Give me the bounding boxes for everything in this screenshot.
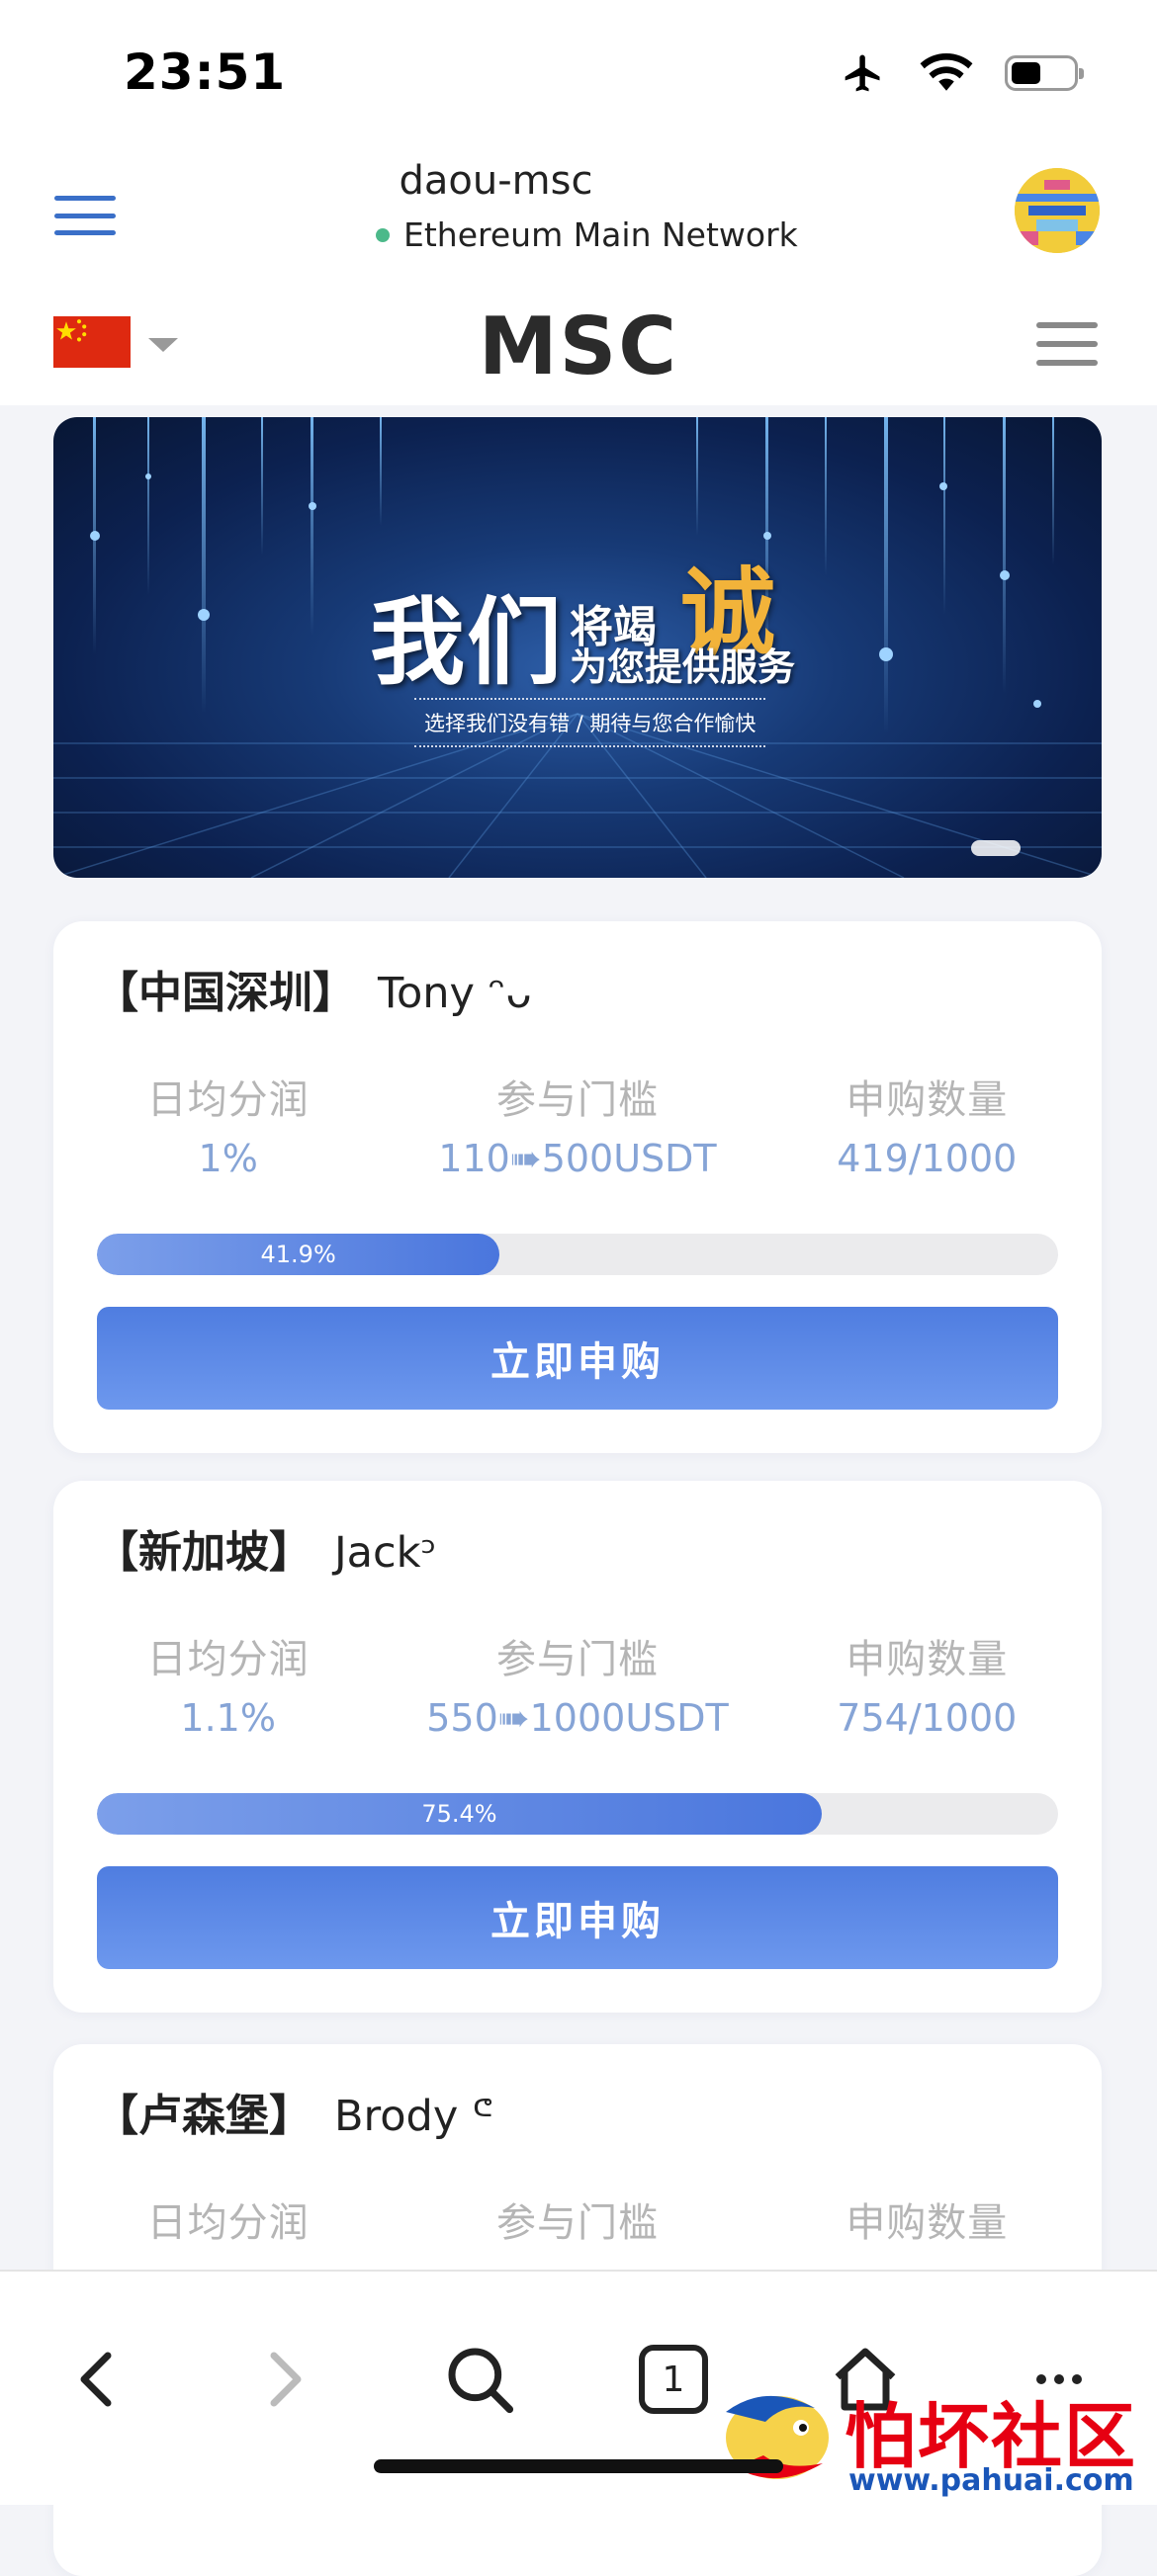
status-bar: 23:51: [0, 0, 1157, 148]
stat-label: 日均分润: [146, 2200, 310, 2246]
home-indicator[interactable]: [374, 2459, 783, 2473]
status-time: 23:51: [124, 43, 287, 101]
promo-banner[interactable]: 我们 将竭 诚 为您提供服务 选择我们没有错 / 期待与您合作愉快: [53, 417, 1102, 878]
card-region: 【新加坡】: [95, 1527, 312, 1578]
card-manager-name: Brody ᕪ: [334, 2092, 493, 2141]
stat-label: 申购数量: [846, 1077, 1009, 1123]
tab-count: 1: [662, 2359, 685, 2400]
card-manager-name: Tony ᵔᴗ: [378, 969, 532, 1018]
carousel-indicator[interactable]: [971, 840, 1021, 856]
stat-label: 日均分润: [146, 1637, 310, 1682]
subscription-progress-bar: 41.9%: [97, 1234, 1058, 1275]
battery-icon: [1005, 55, 1084, 91]
stat-threshold: 参与门槛 110➠500USDT: [402, 1068, 752, 1180]
stat-value: 110➠500USDT: [438, 1137, 717, 1180]
stat-label: 参与门槛: [495, 2200, 659, 2246]
wifi-icon: [920, 53, 973, 91]
stat-daily-profit: 日均分润 1.1%: [53, 1627, 402, 1740]
stat-value: 754/1000: [837, 1696, 1018, 1740]
subscribe-now-button[interactable]: 立即申购: [97, 1307, 1058, 1410]
stat-label: 参与门槛: [495, 1077, 659, 1123]
card-manager-name: Jackᵓ: [334, 1528, 437, 1578]
search-icon: [448, 2348, 514, 2414]
network-selector[interactable]: Ethereum Main Network: [376, 215, 798, 254]
stat-value: 1%: [198, 1137, 258, 1180]
stat-quantity: 申购数量: [753, 2190, 1102, 2248]
watermark-url: www.pahuai.com: [848, 2463, 1134, 2498]
status-icons: [839, 51, 1084, 95]
banner-subtitle: 为您提供服务: [570, 645, 796, 689]
stat-threshold: 参与门槛 550➠1000USDT: [402, 1627, 752, 1740]
forward-button[interactable]: [241, 2335, 330, 2424]
network-name: Ethereum Main Network: [403, 215, 798, 254]
card-stats: 日均分润 1% 参与门槛 110➠500USDT 申购数量 419/1000: [53, 1068, 1102, 1180]
chevron-left-icon: [80, 2352, 112, 2407]
card-region: 【中国深圳】: [95, 968, 356, 1018]
card-title: 【卢森堡】 Brody ᕪ: [95, 2080, 493, 2143]
watermark: 怕坏社区 www.pahuai.com: [706, 2372, 1157, 2503]
site-header: MSC: [0, 287, 1157, 405]
wallet-name[interactable]: daou-msc: [0, 158, 992, 204]
stat-label: 申购数量: [846, 2200, 1009, 2246]
card-region: 【卢森堡】: [95, 2091, 312, 2141]
card-stats: 日均分润 参与门槛 申购数量: [53, 2190, 1102, 2248]
stat-value: 1.1%: [180, 1696, 276, 1740]
stat-daily-profit: 日均分润: [53, 2190, 402, 2248]
wallet-header: daou-msc Ethereum Main Network: [0, 148, 1157, 287]
stat-value: 550➠1000USDT: [426, 1696, 729, 1740]
card-stats: 日均分润 1.1% 参与门槛 550➠1000USDT 申购数量 754/100…: [53, 1627, 1102, 1740]
banner-tagline: 选择我们没有错 / 期待与您合作愉快: [414, 698, 766, 747]
search-button[interactable]: [435, 2335, 524, 2424]
stat-label: 申购数量: [846, 1637, 1009, 1682]
watermark-fish-logo: [726, 2395, 829, 2479]
tabs-button[interactable]: 1: [629, 2335, 718, 2424]
card-title: 【中国深圳】 Tony ᵔᴗ: [95, 957, 532, 1020]
stat-quantity: 申购数量 419/1000: [753, 1068, 1102, 1180]
back-button[interactable]: [51, 2335, 140, 2424]
site-logo: MSC: [479, 301, 678, 392]
stat-label: 日均分润: [146, 1077, 310, 1123]
network-status-dot: [376, 227, 390, 242]
card-title: 【新加坡】 Jackᵓ: [95, 1516, 437, 1580]
stat-threshold: 参与门槛: [402, 2190, 752, 2248]
chevron-right-icon: [270, 2352, 302, 2407]
stat-value: 419/1000: [837, 1137, 1018, 1180]
subscribe-now-button[interactable]: 立即申购: [97, 1866, 1058, 1969]
site-menu-icon[interactable]: [1036, 322, 1098, 366]
airplane-mode-icon: [845, 54, 880, 92]
plan-card: 【中国深圳】 Tony ᵔᴗ 日均分润 1% 参与门槛 110➠500USDT …: [53, 921, 1102, 1453]
progress-fill: 41.9%: [97, 1234, 500, 1275]
progress-fill: 75.4%: [97, 1793, 822, 1835]
banner-title: 我们: [370, 587, 564, 698]
account-avatar[interactable]: [1015, 168, 1100, 253]
subscription-progress-bar: 75.4%: [97, 1793, 1058, 1835]
stat-label: 参与门槛: [495, 1637, 659, 1682]
stat-quantity: 申购数量 754/1000: [753, 1627, 1102, 1740]
plan-card: 【新加坡】 Jackᵓ 日均分润 1.1% 参与门槛 550➠1000USDT …: [53, 1481, 1102, 2013]
stat-daily-profit: 日均分润 1%: [53, 1068, 402, 1180]
